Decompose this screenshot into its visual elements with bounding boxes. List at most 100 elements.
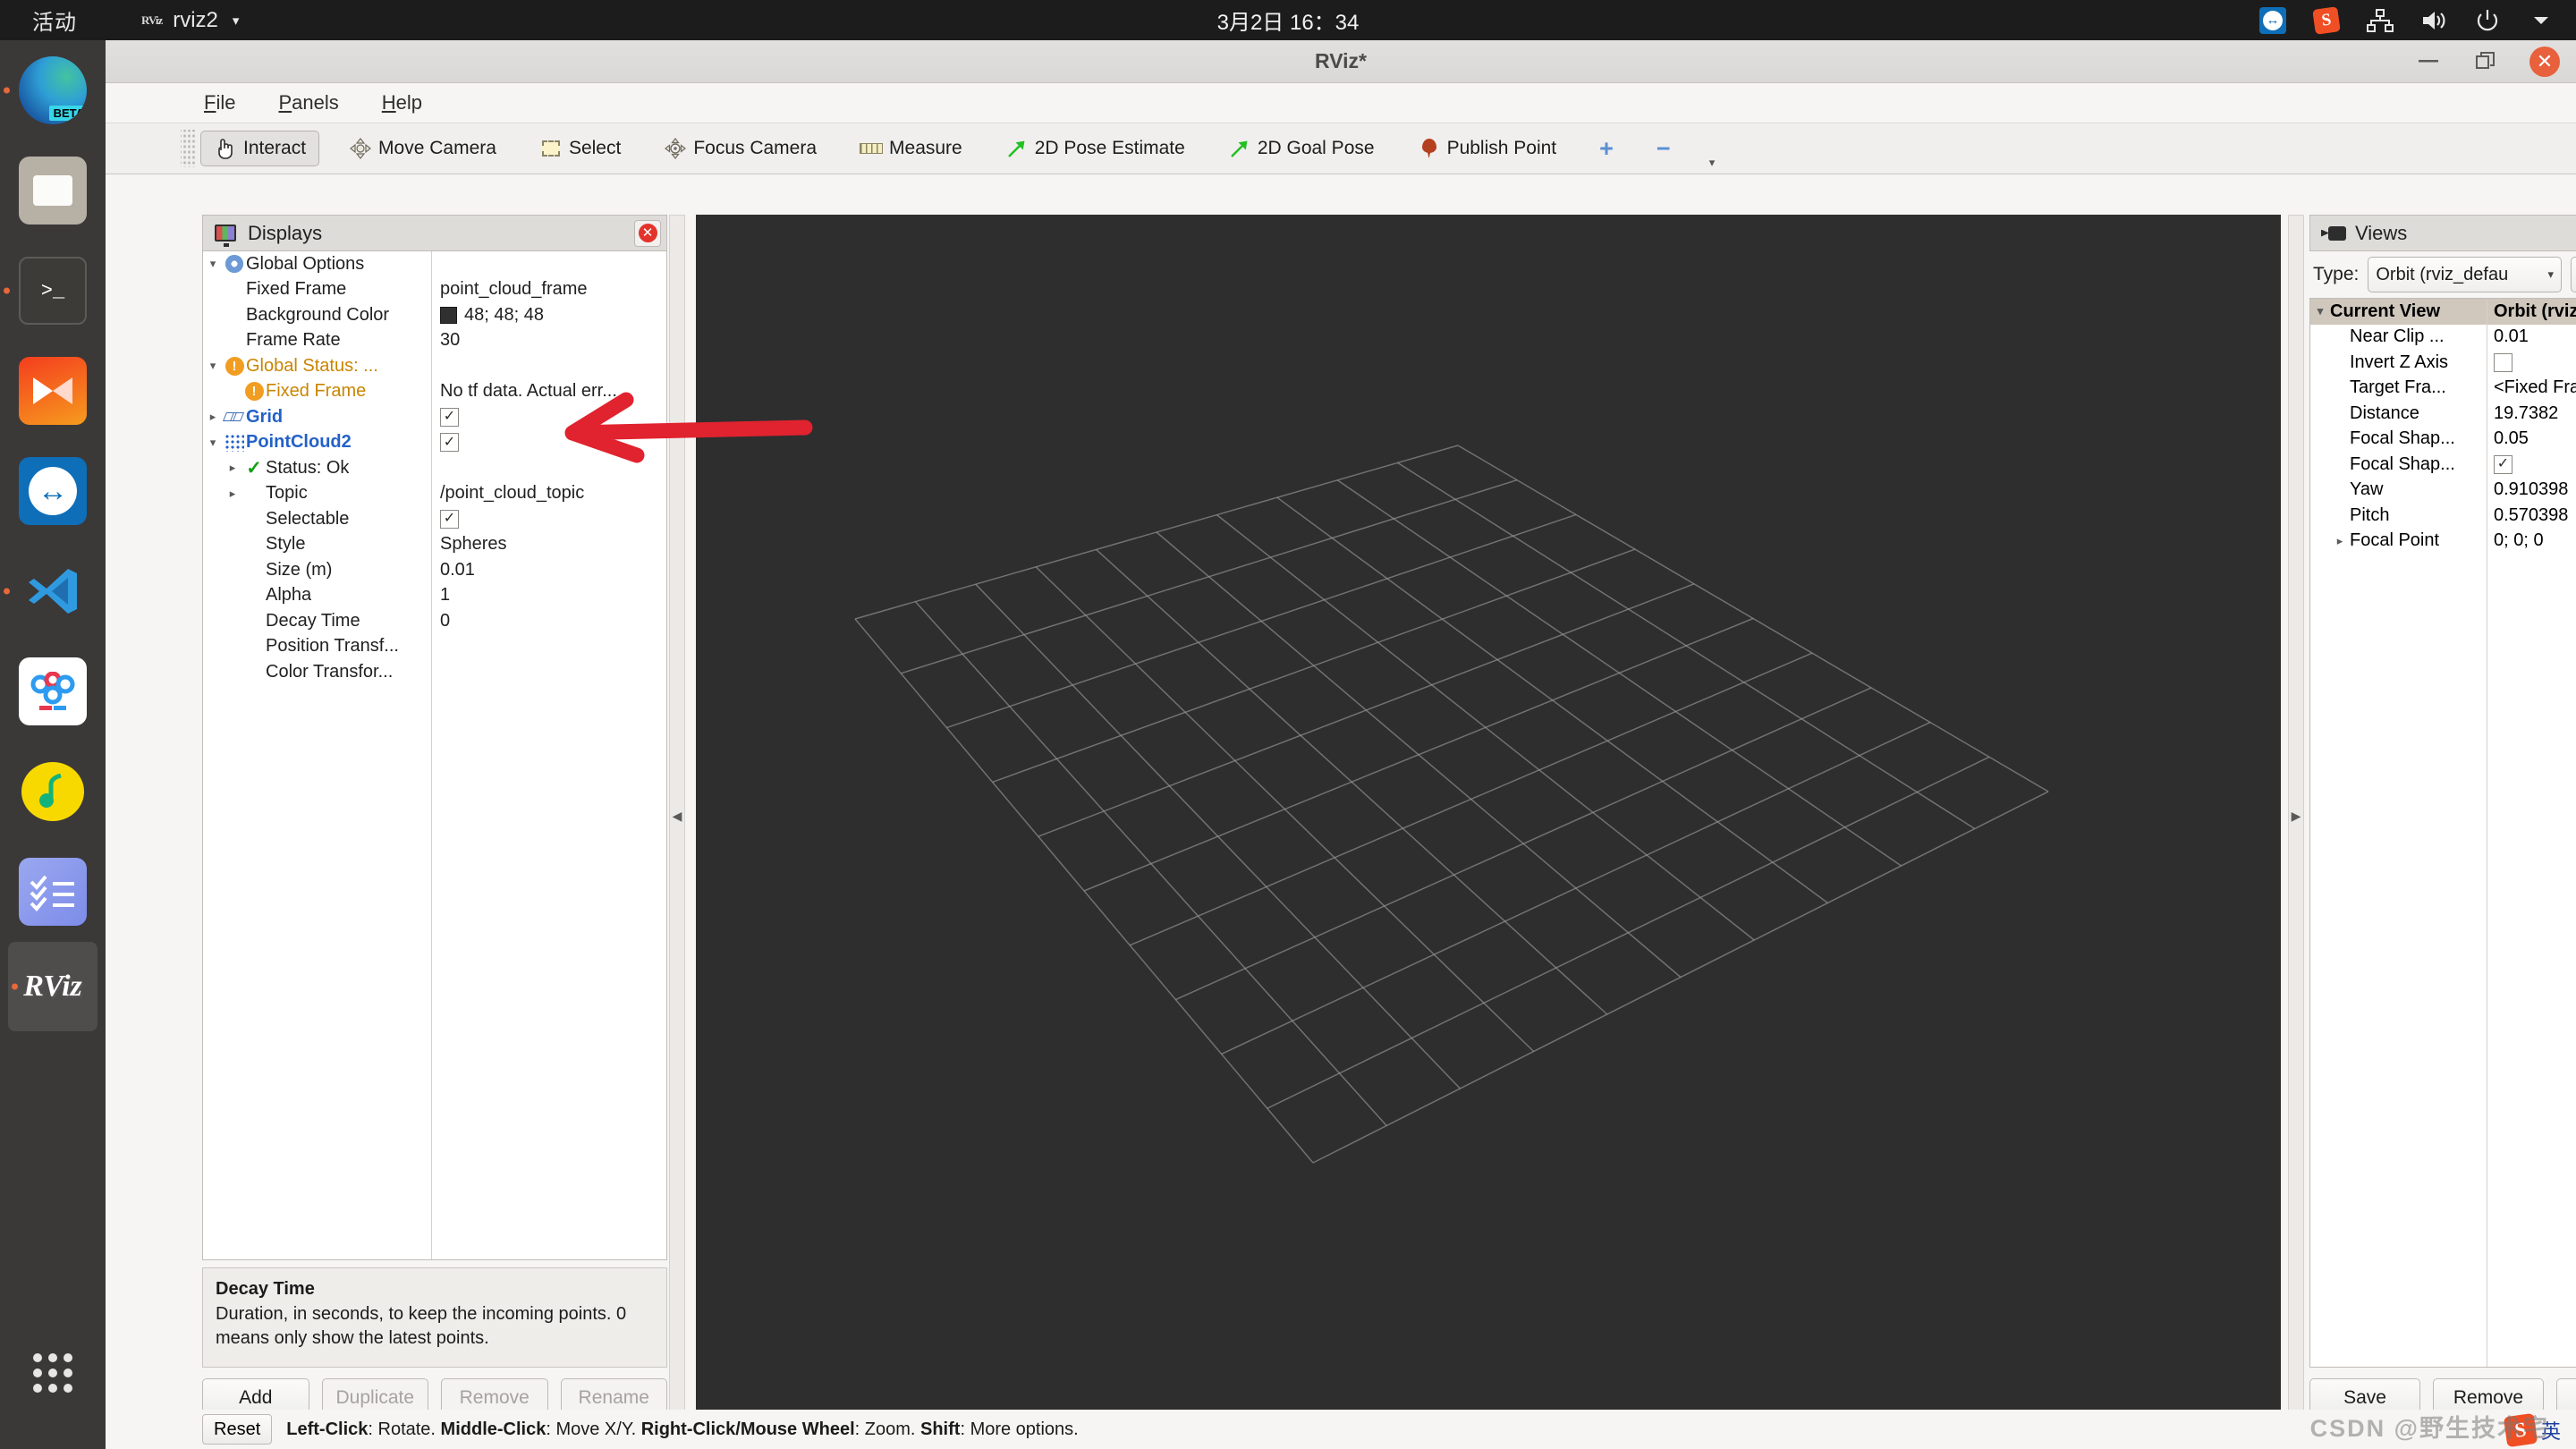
tree-row-value[interactable]: 0 bbox=[431, 611, 666, 631]
checkbox[interactable] bbox=[2494, 352, 2512, 372]
views-row-distance[interactable]: Distance 19.7382 bbox=[2310, 401, 2576, 427]
tree-row-value[interactable]: 0.01 bbox=[431, 560, 666, 580]
views-row-value[interactable]: 0.01 bbox=[2487, 326, 2576, 347]
toolbar-overflow-button[interactable]: ▾ bbox=[1709, 156, 1716, 170]
views-row-value[interactable]: 0.910398 bbox=[2487, 479, 2576, 500]
clock[interactable]: 3月2日 16：34 bbox=[0, 4, 2576, 36]
view-type-select[interactable]: Orbit (rviz_defau ▾ bbox=[2368, 257, 2562, 292]
tree-row-value[interactable]: point_cloud_frame bbox=[431, 279, 666, 300]
row-color-transformer[interactable]: Color Transfor... bbox=[203, 659, 666, 685]
views-row-value[interactable]: Orbit (rviz) bbox=[2487, 301, 2576, 322]
views-row-value[interactable]: 0.05 bbox=[2487, 428, 2576, 449]
row-position-transformer[interactable]: Position Transf... bbox=[203, 634, 666, 660]
row-status-ok[interactable]: ✓Status: Ok bbox=[203, 455, 666, 481]
minimize-button[interactable] bbox=[2415, 48, 2442, 75]
checkbox[interactable]: ✓ bbox=[2494, 454, 2512, 474]
views-row-value[interactable]: 19.7382 bbox=[2487, 403, 2576, 424]
dock-item-baidu-netdisk[interactable] bbox=[0, 641, 106, 741]
views-row-focal-shape-fixed[interactable]: Focal Shap... ✓ bbox=[2310, 452, 2576, 478]
color-swatch[interactable] bbox=[440, 306, 457, 324]
menu-file[interactable]: File bbox=[204, 91, 235, 114]
displays-panel-close-button[interactable]: ✕ bbox=[634, 219, 661, 247]
remove-tool-button[interactable]: − bbox=[1643, 130, 1684, 168]
twisty-closed-icon[interactable] bbox=[2330, 534, 2350, 548]
row-global-status[interactable]: !Global Status: ... bbox=[203, 353, 666, 379]
menu-help[interactable]: Help bbox=[382, 91, 422, 114]
dock-item-teamviewer[interactable]: ↔ bbox=[0, 441, 106, 541]
tool-2d-goal-pose[interactable]: 2D Goal Pose bbox=[1215, 131, 1388, 166]
dock-item-files[interactable] bbox=[0, 140, 106, 241]
views-row-value[interactable]: ✓ bbox=[2487, 454, 2576, 474]
tree-row-value[interactable]: No tf data. Actual err... bbox=[431, 381, 666, 402]
network-icon[interactable] bbox=[2365, 5, 2395, 36]
row-size-m[interactable]: Size (m) 0.01 bbox=[203, 557, 666, 583]
tree-row-value[interactable]: ✓ bbox=[431, 509, 666, 529]
zero-view-button[interactable]: Zero bbox=[2571, 257, 2576, 292]
reset-view-button[interactable]: Reset bbox=[202, 1414, 273, 1445]
activities-button[interactable]: 活动 bbox=[32, 4, 77, 36]
system-menu-caret-icon[interactable] bbox=[2526, 5, 2556, 36]
row-selectable[interactable]: Selectable ✓ bbox=[203, 506, 666, 532]
tree-row-value[interactable]: 1 bbox=[431, 585, 666, 606]
tool-2d-pose-estimate[interactable]: 2D Pose Estimate bbox=[992, 131, 1199, 166]
row-background-color[interactable]: Background Color 48; 48; 48 bbox=[203, 302, 666, 328]
tree-row-value[interactable]: /point_cloud_topic bbox=[431, 483, 666, 504]
row-grid[interactable]: Grid ✓ bbox=[203, 404, 666, 430]
displays-tree[interactable]: Global Options Fixed Frame point_cloud_fra… bbox=[202, 251, 667, 1260]
tree-row-value[interactable]: 48; 48; 48 bbox=[431, 305, 666, 326]
twisty-open-icon[interactable] bbox=[203, 436, 223, 450]
twisty-open-icon[interactable] bbox=[203, 359, 223, 373]
views-row-near-clip[interactable]: Near Clip ... 0.01 bbox=[2310, 325, 2576, 351]
tree-row-value[interactable]: Spheres bbox=[431, 534, 666, 555]
row-topic[interactable]: Topic/point_cloud_topic bbox=[203, 481, 666, 507]
close-button[interactable]: ✕ bbox=[2529, 47, 2560, 77]
views-row-yaw[interactable]: Yaw 0.910398 bbox=[2310, 478, 2576, 504]
tool-select[interactable]: Select bbox=[526, 131, 634, 166]
toolbar-drag-handle[interactable] bbox=[181, 130, 195, 167]
tool-publish-point[interactable]: Publish Point bbox=[1404, 131, 1571, 166]
views-row-invert-z-axis[interactable]: Invert Z Axis bbox=[2310, 350, 2576, 376]
row-frame-rate[interactable]: Frame Rate 30 bbox=[203, 328, 666, 354]
views-tree[interactable]: Current View Orbit (rviz) Near Clip ... 0.0… bbox=[2309, 298, 2576, 1368]
row-alpha[interactable]: Alpha 1 bbox=[203, 583, 666, 609]
tool-measure[interactable]: Measure bbox=[846, 131, 976, 166]
dock-item-vscode[interactable] bbox=[0, 541, 106, 641]
tool-interact[interactable]: Interact bbox=[200, 131, 320, 166]
tool-move-camera[interactable]: Move Camera bbox=[335, 131, 510, 166]
checkbox[interactable]: ✓ bbox=[440, 433, 459, 453]
menu-panels[interactable]: Panels bbox=[278, 91, 338, 114]
views-row-value[interactable] bbox=[2487, 352, 2576, 372]
left-panel-collapse-handle[interactable]: ◀ bbox=[669, 215, 685, 1418]
views-row-focal-point[interactable]: Focal Point 0; 0; 0 bbox=[2310, 529, 2576, 555]
dock-item-rviz[interactable]: RViz bbox=[8, 942, 97, 1031]
app-menu-indicator[interactable]: RViz rviz2 ▾ bbox=[141, 8, 239, 33]
sogou-input-indicator[interactable]: S 英 bbox=[2503, 1412, 2562, 1448]
sogou-input-tray-icon[interactable]: S bbox=[2311, 5, 2342, 36]
tree-row-value[interactable]: 30 bbox=[431, 330, 666, 351]
tree-row-value[interactable]: ✓ bbox=[431, 433, 666, 453]
twisty-open-icon[interactable] bbox=[203, 257, 223, 271]
views-row-current-view[interactable]: Current View Orbit (rviz) bbox=[2310, 299, 2576, 325]
dock-item-qq-music[interactable] bbox=[0, 741, 106, 842]
views-row-focal-shape-size[interactable]: Focal Shap... 0.05 bbox=[2310, 427, 2576, 453]
checkbox[interactable]: ✓ bbox=[440, 509, 459, 529]
volume-icon[interactable] bbox=[2419, 5, 2449, 36]
show-applications-button[interactable] bbox=[0, 1333, 106, 1413]
views-row-target-frame[interactable]: Target Fra... <Fixed Frame> bbox=[2310, 376, 2576, 402]
dock-item-media[interactable] bbox=[0, 341, 106, 441]
views-row-value[interactable]: 0.570398 bbox=[2487, 505, 2576, 526]
twisty-closed-icon[interactable] bbox=[223, 487, 242, 501]
add-tool-button[interactable]: + bbox=[1586, 130, 1627, 168]
power-icon[interactable] bbox=[2472, 5, 2503, 36]
twisty-closed-icon[interactable] bbox=[223, 461, 242, 475]
twisty-open-icon[interactable] bbox=[2310, 304, 2330, 318]
row-style[interactable]: Style Spheres bbox=[203, 532, 666, 558]
right-panel-collapse-handle[interactable]: ▶ bbox=[2288, 215, 2304, 1418]
twisty-closed-icon[interactable] bbox=[203, 410, 223, 424]
views-row-value[interactable]: 0; 0; 0 bbox=[2487, 530, 2576, 551]
tree-row-value[interactable]: ✓ bbox=[431, 407, 666, 427]
dock-item-edge-beta[interactable]: BETA bbox=[0, 40, 106, 140]
row-fixed-frame[interactable]: Fixed Frame point_cloud_frame bbox=[203, 277, 666, 303]
checkbox[interactable]: ✓ bbox=[440, 407, 459, 427]
restore-button[interactable] bbox=[2472, 48, 2499, 75]
